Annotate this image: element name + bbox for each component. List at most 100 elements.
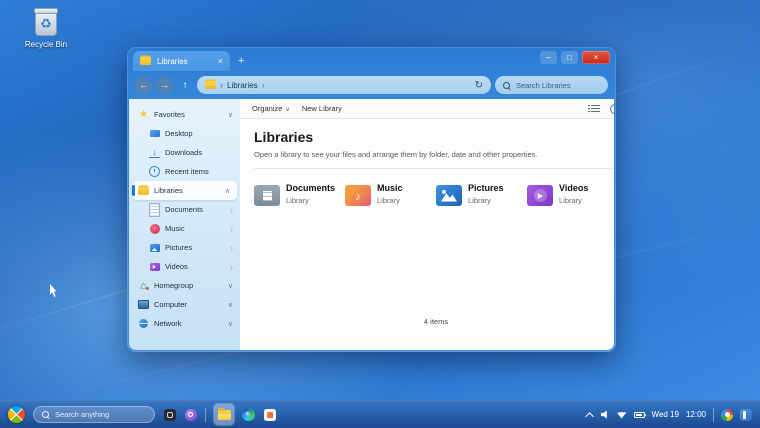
- address-path[interactable]: Libraries: [227, 81, 258, 90]
- library-type: Library: [286, 196, 309, 205]
- maximize-button[interactable]: □: [561, 51, 578, 64]
- documents-library-icon: [254, 182, 280, 206]
- sidebar-item-label: Videos: [165, 262, 188, 271]
- library-tile[interactable]: Pictures Library: [436, 182, 527, 206]
- system-tray: Wed 19 12:00: [584, 407, 752, 422]
- pictures-library-icon: [436, 182, 462, 206]
- sidebar-item-label: Computer: [154, 300, 187, 309]
- sidebar-item-label: Network: [154, 319, 182, 328]
- sidebar-item-label: Desktop: [165, 129, 193, 138]
- path-separator: ›: [261, 80, 265, 90]
- taskbar-divider: [205, 407, 206, 422]
- sidebar-item-label: Music: [165, 224, 185, 233]
- mouse-cursor: [50, 284, 57, 297]
- sidebar-item[interactable]: Recent items: [129, 162, 240, 181]
- tray-date[interactable]: Wed 19: [652, 410, 679, 419]
- sidebar-item[interactable]: Documents: [129, 200, 240, 219]
- sidebar-item-label: Downloads: [165, 148, 203, 157]
- sidebar-item[interactable]: Desktop: [129, 124, 240, 143]
- desktop: ♻ Recycle Bin Libraries × + – □ × ← → ↑: [0, 0, 760, 428]
- cortana-icon[interactable]: [184, 408, 197, 421]
- folder-icon: [140, 56, 151, 67]
- battery-icon[interactable]: [633, 411, 647, 418]
- help-icon[interactable]: [610, 103, 614, 114]
- new-library-button[interactable]: New Library: [302, 104, 342, 113]
- library-name: Videos: [559, 183, 589, 193]
- music-library-icon: [345, 182, 371, 206]
- file-explorer-icon: [217, 407, 231, 420]
- recycle-bin-desktop-icon[interactable]: ♻ Recycle Bin: [14, 8, 78, 49]
- sidebar-item[interactable]: Pictures: [129, 238, 240, 257]
- edge-browser-icon[interactable]: [242, 408, 255, 421]
- sidebar-item[interactable]: Network: [129, 314, 240, 333]
- tab-libraries[interactable]: Libraries ×: [133, 51, 230, 71]
- content-pane: Organize∨ New Library Libraries Open a l…: [240, 99, 614, 350]
- task-view-icon[interactable]: [163, 408, 176, 421]
- sidebar-item[interactable]: Videos: [129, 257, 240, 276]
- wifi-icon[interactable]: [616, 412, 627, 419]
- taskbar-search[interactable]: [33, 406, 155, 423]
- organize-button[interactable]: Organize ∨: [252, 104, 290, 113]
- documents-icon: [149, 204, 160, 215]
- volume-icon[interactable]: [600, 410, 607, 419]
- up-button[interactable]: ↑: [177, 77, 193, 93]
- minimize-button[interactable]: –: [540, 51, 557, 64]
- library-name: Documents: [286, 183, 336, 193]
- window-controls: – □ ×: [540, 51, 610, 64]
- library-name: Pictures: [468, 183, 504, 193]
- view-options: [588, 103, 614, 114]
- address-bar[interactable]: › Libraries › ↻: [197, 76, 491, 94]
- search-input[interactable]: [516, 80, 600, 90]
- library-tile[interactable]: Music Library: [345, 182, 436, 206]
- taskbar-search-input[interactable]: [55, 410, 146, 419]
- search-box[interactable]: [495, 76, 608, 94]
- videos-icon: [149, 261, 160, 272]
- sidebar-item[interactable]: Music: [129, 219, 240, 238]
- sidebar-item[interactable]: Libraries: [132, 181, 237, 200]
- recycle-bin-label: Recycle Bin: [24, 40, 68, 49]
- hidden-icons-chevron-icon[interactable]: [584, 411, 594, 421]
- command-bar: Organize ∨ New Library: [240, 99, 614, 119]
- new-tab-button[interactable]: +: [230, 51, 252, 71]
- page-title: Libraries: [254, 129, 314, 145]
- refresh-icon[interactable]: ↻: [475, 80, 483, 91]
- forward-button[interactable]: →: [156, 76, 173, 94]
- start-button[interactable]: [4, 402, 29, 427]
- recycle-bin-icon: ♻: [34, 8, 58, 36]
- sidebar-item-label: Documents: [165, 205, 203, 214]
- path-separator: ›: [220, 80, 223, 90]
- recent-icon: [149, 166, 160, 177]
- library-name: Music: [377, 183, 403, 193]
- store-app-icon[interactable]: [263, 408, 276, 421]
- list-view-icon[interactable]: [588, 105, 600, 112]
- sidebar-item-label: Pictures: [165, 243, 193, 252]
- close-button[interactable]: ×: [582, 51, 610, 64]
- sidebar-item[interactable]: Favorites: [129, 105, 240, 124]
- library-type: Library: [377, 196, 400, 205]
- navigation-bar: ← → ↑ › Libraries › ↻: [127, 71, 616, 99]
- back-button[interactable]: ←: [135, 76, 152, 94]
- star-icon: [138, 109, 149, 120]
- status-bar: 4 items: [423, 317, 449, 326]
- tab-close-icon[interactable]: ×: [218, 56, 223, 66]
- music-icon: [149, 223, 160, 234]
- notification-center-icon[interactable]: [740, 408, 752, 421]
- downloads-icon: [149, 148, 160, 158]
- sidebar-item-label: Recent items: [165, 167, 209, 176]
- computer-icon: [138, 299, 149, 310]
- library-tiles: Documents Library Music Library: [254, 182, 614, 206]
- chevron-down-icon: ∨: [285, 107, 290, 113]
- sidebar-item[interactable]: Downloads: [129, 143, 240, 162]
- sidebar-item-label: Homegroup: [154, 281, 194, 290]
- sidebar-item[interactable]: Homegroup: [129, 276, 240, 295]
- library-tile[interactable]: Documents Library: [254, 182, 345, 206]
- file-explorer-taskbar-button[interactable]: [214, 404, 234, 425]
- videos-library-icon: [527, 182, 553, 206]
- tray-time[interactable]: 12:00: [686, 410, 706, 419]
- library-tile[interactable]: Videos Library: [527, 182, 614, 206]
- sidebar-item[interactable]: Computer: [129, 295, 240, 314]
- window-body: Favorites Desktop Downloads Recent items…: [129, 99, 614, 350]
- folder-icon: [138, 185, 149, 196]
- widgets-icon[interactable]: [721, 408, 733, 421]
- sidebar: Favorites Desktop Downloads Recent items…: [129, 99, 240, 350]
